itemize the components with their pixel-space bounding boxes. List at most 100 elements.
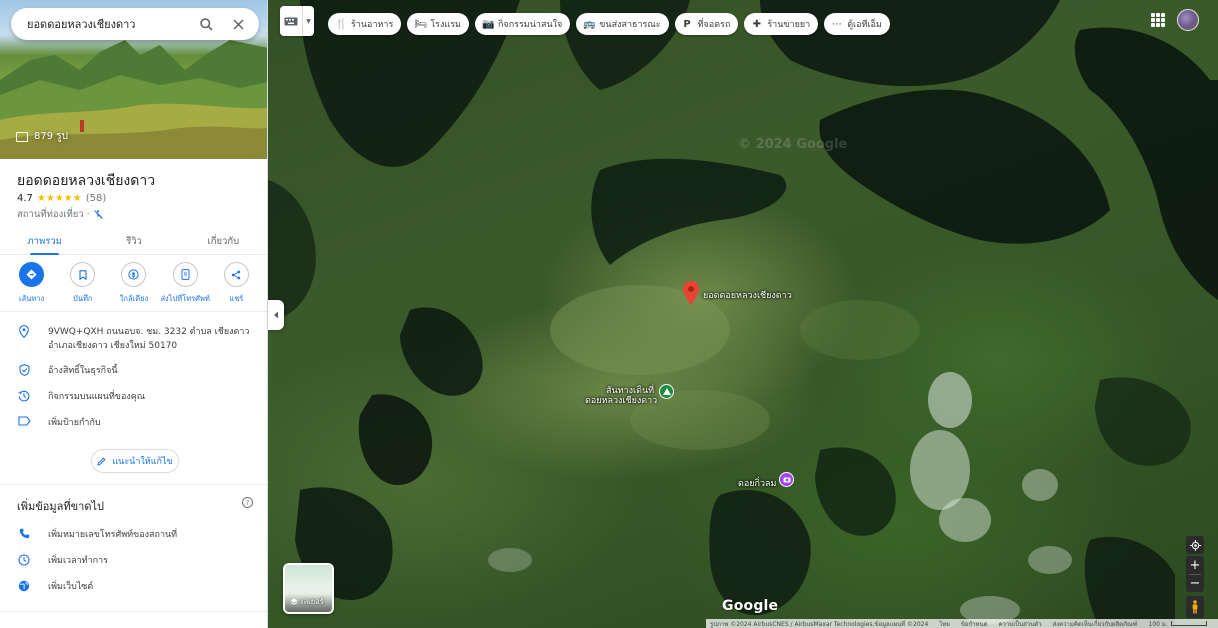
chip-hotels[interactable]: 🛏 โรงแรม bbox=[407, 13, 469, 35]
category-chips: 🍴 ร้านอาหาร 🛏 โรงแรม 📷 กิจกรรมน่าสนใจ 🚌 ขนส่… bbox=[328, 13, 890, 35]
action-buttons: เส้นทาง บันทึก ใกล้เคียง ส่งไปที่โทรศัพท… bbox=[0, 262, 267, 305]
place-category[interactable]: สถานที่ท่องเที่ยว · bbox=[17, 207, 90, 222]
chip-label: ตู้เอทีเอ็ม bbox=[847, 20, 882, 30]
imagery-attribution: รูปภาพ ©2024 AirbusCNES / AirbusMaxar Te… bbox=[710, 620, 929, 628]
chip-label: ร้านอาหาร bbox=[351, 20, 394, 30]
help-icon[interactable]: ? bbox=[242, 497, 253, 508]
reviews-count[interactable]: (58) bbox=[86, 193, 107, 204]
photo-count-label: 879 รูป bbox=[34, 131, 68, 142]
send-to-phone-button[interactable]: ส่งไปที่โทรศัพท์ bbox=[160, 262, 210, 305]
collapse-panel-button[interactable] bbox=[268, 300, 284, 330]
add-website-row[interactable]: เพิ่มเว็บไซต์ bbox=[0, 580, 267, 594]
chip-restaurants[interactable]: 🍴 ร้านอาหาร bbox=[328, 13, 402, 35]
zoom-out-button[interactable]: − bbox=[1186, 574, 1204, 592]
zoom-in-button[interactable]: + bbox=[1186, 556, 1204, 574]
activity-row[interactable]: กิจกรรมบนแผนที่ของคุณ bbox=[0, 390, 267, 404]
peak-label[interactable]: ดอยกิ่วลม bbox=[738, 476, 776, 490]
chip-transit[interactable]: 🚌 ขนส่งสาธารณะ bbox=[576, 13, 669, 35]
nearby-label: ใกล้เคียง bbox=[119, 294, 149, 303]
chip-label: กิจกรรมน่าสนใจ bbox=[497, 20, 563, 30]
tab-overview[interactable]: ภาพรวม bbox=[0, 228, 89, 255]
nearby-button[interactable]: ใกล้เคียง bbox=[110, 262, 158, 305]
place-panel: 879 รูป ยอดดอยหลวงเชียงดาว ยอดดอยหลวงเชี… bbox=[0, 0, 268, 628]
add-phone-row[interactable]: เพิ่มหมายเลขโทรศัพท์ของสถานที่ bbox=[0, 528, 267, 542]
feedback-link[interactable]: ส่งความคิดเห็นเกี่ยวกับผลิตภัณฑ์ bbox=[1053, 619, 1138, 628]
rating-value: 4.7 bbox=[17, 193, 33, 204]
rating-row[interactable]: 4.7 ★★★★★ (58) bbox=[17, 193, 106, 204]
viewpoint-icon[interactable] bbox=[779, 472, 794, 487]
transit-icon: 🚌 bbox=[583, 18, 596, 30]
phone-icon bbox=[19, 528, 29, 539]
map-footer: รูปภาพ ©2024 AirbusCNES / AirbusMaxar Te… bbox=[706, 619, 1218, 628]
scale-bar[interactable]: 100 ม. bbox=[1149, 619, 1207, 628]
history-icon bbox=[18, 390, 30, 402]
divider bbox=[0, 311, 267, 312]
layers-button[interactable]: เลเยอร์ bbox=[283, 563, 334, 614]
chip-things-to-do[interactable]: 📷 กิจกรรมน่าสนใจ bbox=[474, 13, 571, 35]
search-icon[interactable] bbox=[195, 13, 217, 35]
pharmacy-icon: ✚ bbox=[752, 18, 762, 30]
claim-row[interactable]: อ้างสิทธิ์ในธุรกิจนี้ bbox=[0, 364, 267, 378]
hotel-icon: 🛏 bbox=[414, 18, 428, 30]
search-box[interactable]: ยอดดอยหลวงเชียงดาว bbox=[11, 8, 259, 40]
save-button[interactable]: บันทึก bbox=[59, 262, 107, 305]
location-pin-icon bbox=[19, 325, 29, 338]
save-label: บันทึก bbox=[73, 294, 93, 303]
map-watermark: © 2024 Google bbox=[738, 137, 848, 152]
my-location-button[interactable] bbox=[1186, 536, 1204, 554]
address-row[interactable]: 9VWQ+QXH ถนนอบจ. ชม. 3232 ตำบล เชียงดาว … bbox=[0, 325, 267, 353]
chip-atms[interactable]: ⋯ ตู้เอทีเอ็ม bbox=[824, 13, 890, 35]
category-row: สถานที่ท่องเที่ยว · bbox=[17, 207, 103, 222]
suggest-edit-button[interactable]: แนะนำให้แก้ไข bbox=[91, 449, 179, 473]
globe-icon bbox=[18, 580, 30, 592]
street-view-pegman[interactable] bbox=[1186, 596, 1204, 618]
directions-button[interactable]: เส้นทาง bbox=[8, 262, 56, 305]
pin-label[interactable]: ยอดดอยหลวงเชียงดาว bbox=[703, 288, 792, 302]
google-logo: Google bbox=[722, 598, 779, 614]
search-input[interactable]: ยอดดอยหลวงเชียงดาว bbox=[27, 15, 185, 33]
privacy-link[interactable]: ความเป็นส่วนตัว bbox=[999, 619, 1042, 628]
photo-count[interactable]: 879 รูป bbox=[16, 129, 68, 144]
address-line1: 9VWQ+QXH ถนนอบจ. ชม. 3232 ตำบล เชียงดาว bbox=[48, 327, 250, 337]
chip-label: ที่จอดรถ bbox=[697, 20, 731, 30]
missing-info-title: เพิ่มข้อมูลที่ขาดไป bbox=[17, 500, 104, 513]
dropdown-arrow-icon[interactable]: ▼ bbox=[302, 6, 314, 36]
map-activity-label: กิจกรรมบนแผนที่ของคุณ bbox=[48, 392, 146, 402]
layers-label: เลเยอร์ bbox=[301, 597, 324, 606]
share-label: แชร์ bbox=[229, 294, 244, 303]
add-website-label: เพิ่มเว็บไซต์ bbox=[48, 582, 94, 592]
keyboard-icon bbox=[284, 17, 298, 25]
google-apps-icon[interactable] bbox=[1151, 13, 1165, 27]
rating-stars: ★★★★★ bbox=[36, 193, 82, 204]
chip-parking[interactable]: P ที่จอดรถ bbox=[674, 13, 739, 35]
send-to-phone-icon bbox=[181, 269, 190, 280]
nearby-icon bbox=[128, 269, 140, 280]
suggest-edit-label: แนะนำให้แก้ไข bbox=[112, 457, 173, 467]
chip-pharmacies[interactable]: ✚ ร้านขายยา bbox=[744, 13, 819, 35]
place-pin-icon[interactable] bbox=[683, 281, 699, 305]
close-icon[interactable] bbox=[227, 13, 249, 35]
label-tag-icon bbox=[17, 416, 31, 426]
account-avatar[interactable] bbox=[1177, 9, 1199, 31]
zoom-divider bbox=[1189, 574, 1201, 575]
divider bbox=[0, 484, 267, 485]
add-label-row[interactable]: เพิ่มป้ายกำกับ bbox=[0, 416, 267, 430]
terms-link[interactable]: ข้อกำหนด bbox=[961, 619, 988, 628]
campground-icon[interactable] bbox=[659, 384, 674, 399]
tab-reviews[interactable]: รีวิว bbox=[89, 228, 178, 254]
tab-about[interactable]: เกี่ยวกับ bbox=[179, 228, 267, 254]
bookmark-icon bbox=[79, 269, 87, 280]
input-tools-button[interactable]: ▼ bbox=[280, 6, 314, 36]
share-button[interactable]: แชร์ bbox=[212, 262, 260, 305]
add-hours-row[interactable]: เพิ่มเวลาทำการ bbox=[0, 554, 267, 568]
pegman-icon bbox=[1192, 600, 1198, 614]
verified-shield-icon bbox=[18, 364, 30, 376]
camp-label-line2[interactable]: ดอยหลวงเชียงดาว bbox=[585, 393, 657, 407]
my-location-icon bbox=[1189, 539, 1201, 551]
zoom-controls: + − bbox=[1186, 556, 1204, 592]
photos-icon bbox=[16, 131, 28, 142]
wheelchair-inaccessible-icon bbox=[93, 210, 103, 219]
chip-label: ขนส่งสาธารณะ bbox=[599, 20, 661, 30]
language-link[interactable]: ไทย bbox=[939, 619, 950, 628]
chevron-left-icon bbox=[274, 311, 278, 319]
